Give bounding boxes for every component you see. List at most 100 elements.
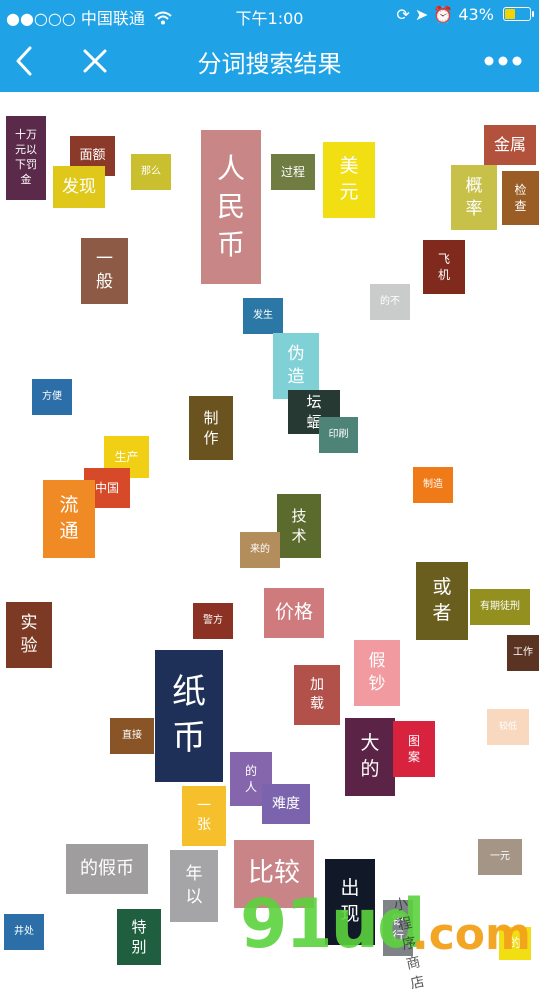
word-tag[interactable]: 银 行	[383, 900, 413, 956]
word-tag-label: 中国	[94, 480, 119, 495]
word-tag[interactable]: 或 者	[416, 562, 468, 640]
word-tag-label: 直接	[122, 730, 142, 742]
word-tag-label: 一 般	[96, 249, 113, 292]
word-tag-label: 纸 币	[172, 672, 206, 758]
word-tag[interactable]: 检 查	[502, 171, 539, 225]
word-tag[interactable]: 的假币	[66, 844, 148, 894]
word-tag[interactable]: 假 钞	[354, 640, 400, 706]
word-tag[interactable]: 一元	[478, 839, 522, 875]
word-tag[interactable]: 纸 币	[155, 650, 223, 782]
word-tag-label: 一元	[490, 851, 510, 863]
page-title: 分词搜索结果	[197, 50, 342, 78]
word-tag-label: 制造	[423, 479, 443, 491]
lock-rotation-icon: ⟳	[396, 5, 410, 24]
word-tag-label: 流 通	[59, 494, 79, 542]
word-tag-label: 来的	[250, 544, 270, 556]
word-tag-label: 假 钞	[368, 651, 386, 694]
word-tag-label: 价格	[274, 601, 313, 624]
word-tag[interactable]: 来的	[240, 532, 280, 568]
word-tag-label: 大 的	[360, 732, 380, 780]
word-tag[interactable]: 那么	[131, 154, 171, 190]
word-tag-label: 人 民 币	[216, 152, 245, 261]
word-tag[interactable]: 有期徒刑	[470, 589, 530, 625]
word-tag[interactable]: 一 张	[182, 786, 226, 846]
status-right: ⟳ ➤ ⏰ 43%	[396, 5, 534, 24]
word-tag-label: 那么	[141, 166, 161, 178]
word-tag[interactable]: 的不	[370, 284, 410, 320]
word-tag[interactable]: 飞 机	[423, 240, 465, 294]
word-tag-label: 技 术	[291, 506, 307, 545]
word-tag-label: 实 验	[20, 613, 38, 656]
word-tag-label: 过程	[280, 164, 305, 179]
word-tag-label: 出 现	[340, 877, 360, 925]
word-tag-label: 银 行	[391, 912, 404, 943]
word-tag[interactable]: 难度	[262, 784, 310, 824]
word-tag[interactable]: 金属	[484, 125, 536, 165]
battery-icon	[503, 7, 534, 21]
word-tag[interactable]: 一 般	[81, 238, 128, 304]
word-tag[interactable]: 比较	[234, 840, 314, 908]
word-tag[interactable]: 概 率	[451, 165, 497, 230]
word-tag[interactable]: 技 术	[277, 494, 321, 558]
word-tag-label: 概 率	[465, 175, 483, 219]
word-tag-label: 较低	[498, 721, 517, 732]
word-tag-label: 加 载	[310, 677, 324, 712]
word-tag-label: 印刷	[328, 429, 349, 441]
word-tag[interactable]: 过程	[271, 154, 315, 190]
word-tag[interactable]: 制造	[413, 467, 453, 503]
word-tag-label: 的 人	[244, 763, 257, 794]
word-tag[interactable]: 价格	[264, 588, 324, 638]
word-tag-label: 发生	[253, 310, 273, 322]
word-tag[interactable]: 井处	[4, 914, 44, 950]
word-tag-label: 飞 机	[437, 251, 450, 282]
word-tag[interactable]: 图 案	[393, 721, 435, 777]
word-tag-label: 伪 造	[287, 344, 305, 387]
battery-percent: 43%	[458, 5, 494, 24]
word-tag-label: 或 者	[432, 576, 452, 624]
more-dots-icon	[484, 56, 522, 66]
word-tag[interactable]: 警方	[193, 603, 233, 639]
word-tag-label: 面额	[79, 148, 106, 164]
word-tag[interactable]: 的	[499, 927, 531, 960]
word-tag-label: 检 查	[514, 182, 527, 213]
more-button[interactable]	[483, 50, 523, 72]
word-tag[interactable]: 制 作	[189, 396, 233, 460]
word-tag-label: 特 别	[131, 917, 147, 956]
word-tag[interactable]: 出 现	[325, 859, 375, 945]
word-tag-label: 十万 元以 下罚 金	[15, 128, 37, 186]
word-tag[interactable]: 特 别	[117, 909, 161, 965]
word-tag[interactable]: 流 通	[43, 480, 95, 558]
word-tag-label: 工作	[513, 647, 533, 659]
word-tag-label: 方便	[42, 391, 62, 403]
word-tag[interactable]: 直接	[110, 718, 154, 754]
alarm-icon: ⏰	[433, 5, 454, 24]
location-icon: ➤	[414, 5, 429, 24]
word-tag-label: 比较	[247, 858, 300, 889]
word-tag[interactable]: 较低	[487, 709, 529, 745]
word-tag-label: 金属	[493, 135, 526, 155]
word-tag[interactable]: 发生	[243, 298, 283, 334]
word-tag[interactable]: 美 元	[323, 142, 375, 218]
battery-fill	[505, 9, 515, 19]
word-tag-label: 发现	[62, 176, 96, 197]
word-tag[interactable]: 大 的	[345, 718, 395, 796]
word-tag[interactable]: 十万 元以 下罚 金	[6, 116, 46, 200]
word-tag[interactable]: 发现	[53, 166, 105, 208]
word-tag-label: 生产	[114, 449, 139, 464]
word-tag-label: 难度	[272, 795, 300, 812]
word-tag-label: 的	[508, 936, 521, 951]
word-tag[interactable]: 印刷	[319, 417, 358, 453]
word-tag-label: 美 元	[339, 155, 359, 203]
word-tag[interactable]: 方便	[32, 379, 72, 415]
word-tag-label: 井处	[14, 926, 34, 938]
word-tag-label: 年 以	[185, 864, 203, 907]
word-tag[interactable]: 年 以	[170, 850, 218, 922]
word-tag[interactable]: 加 载	[294, 665, 340, 725]
word-tag[interactable]: 人 民 币	[201, 130, 261, 284]
word-tag[interactable]: 实 验	[6, 602, 52, 668]
word-tag-label: 图 案	[407, 733, 420, 764]
word-tag-label: 的假币	[80, 857, 134, 879]
word-tag-label: 制 作	[203, 408, 219, 447]
word-cloud: 十万 元以 下罚 金 面额发现 那么 人 民 币 过程 美 元 金属概 率 检 查一 般 飞 机…	[0, 92, 539, 965]
word-tag[interactable]: 工作	[507, 635, 539, 671]
